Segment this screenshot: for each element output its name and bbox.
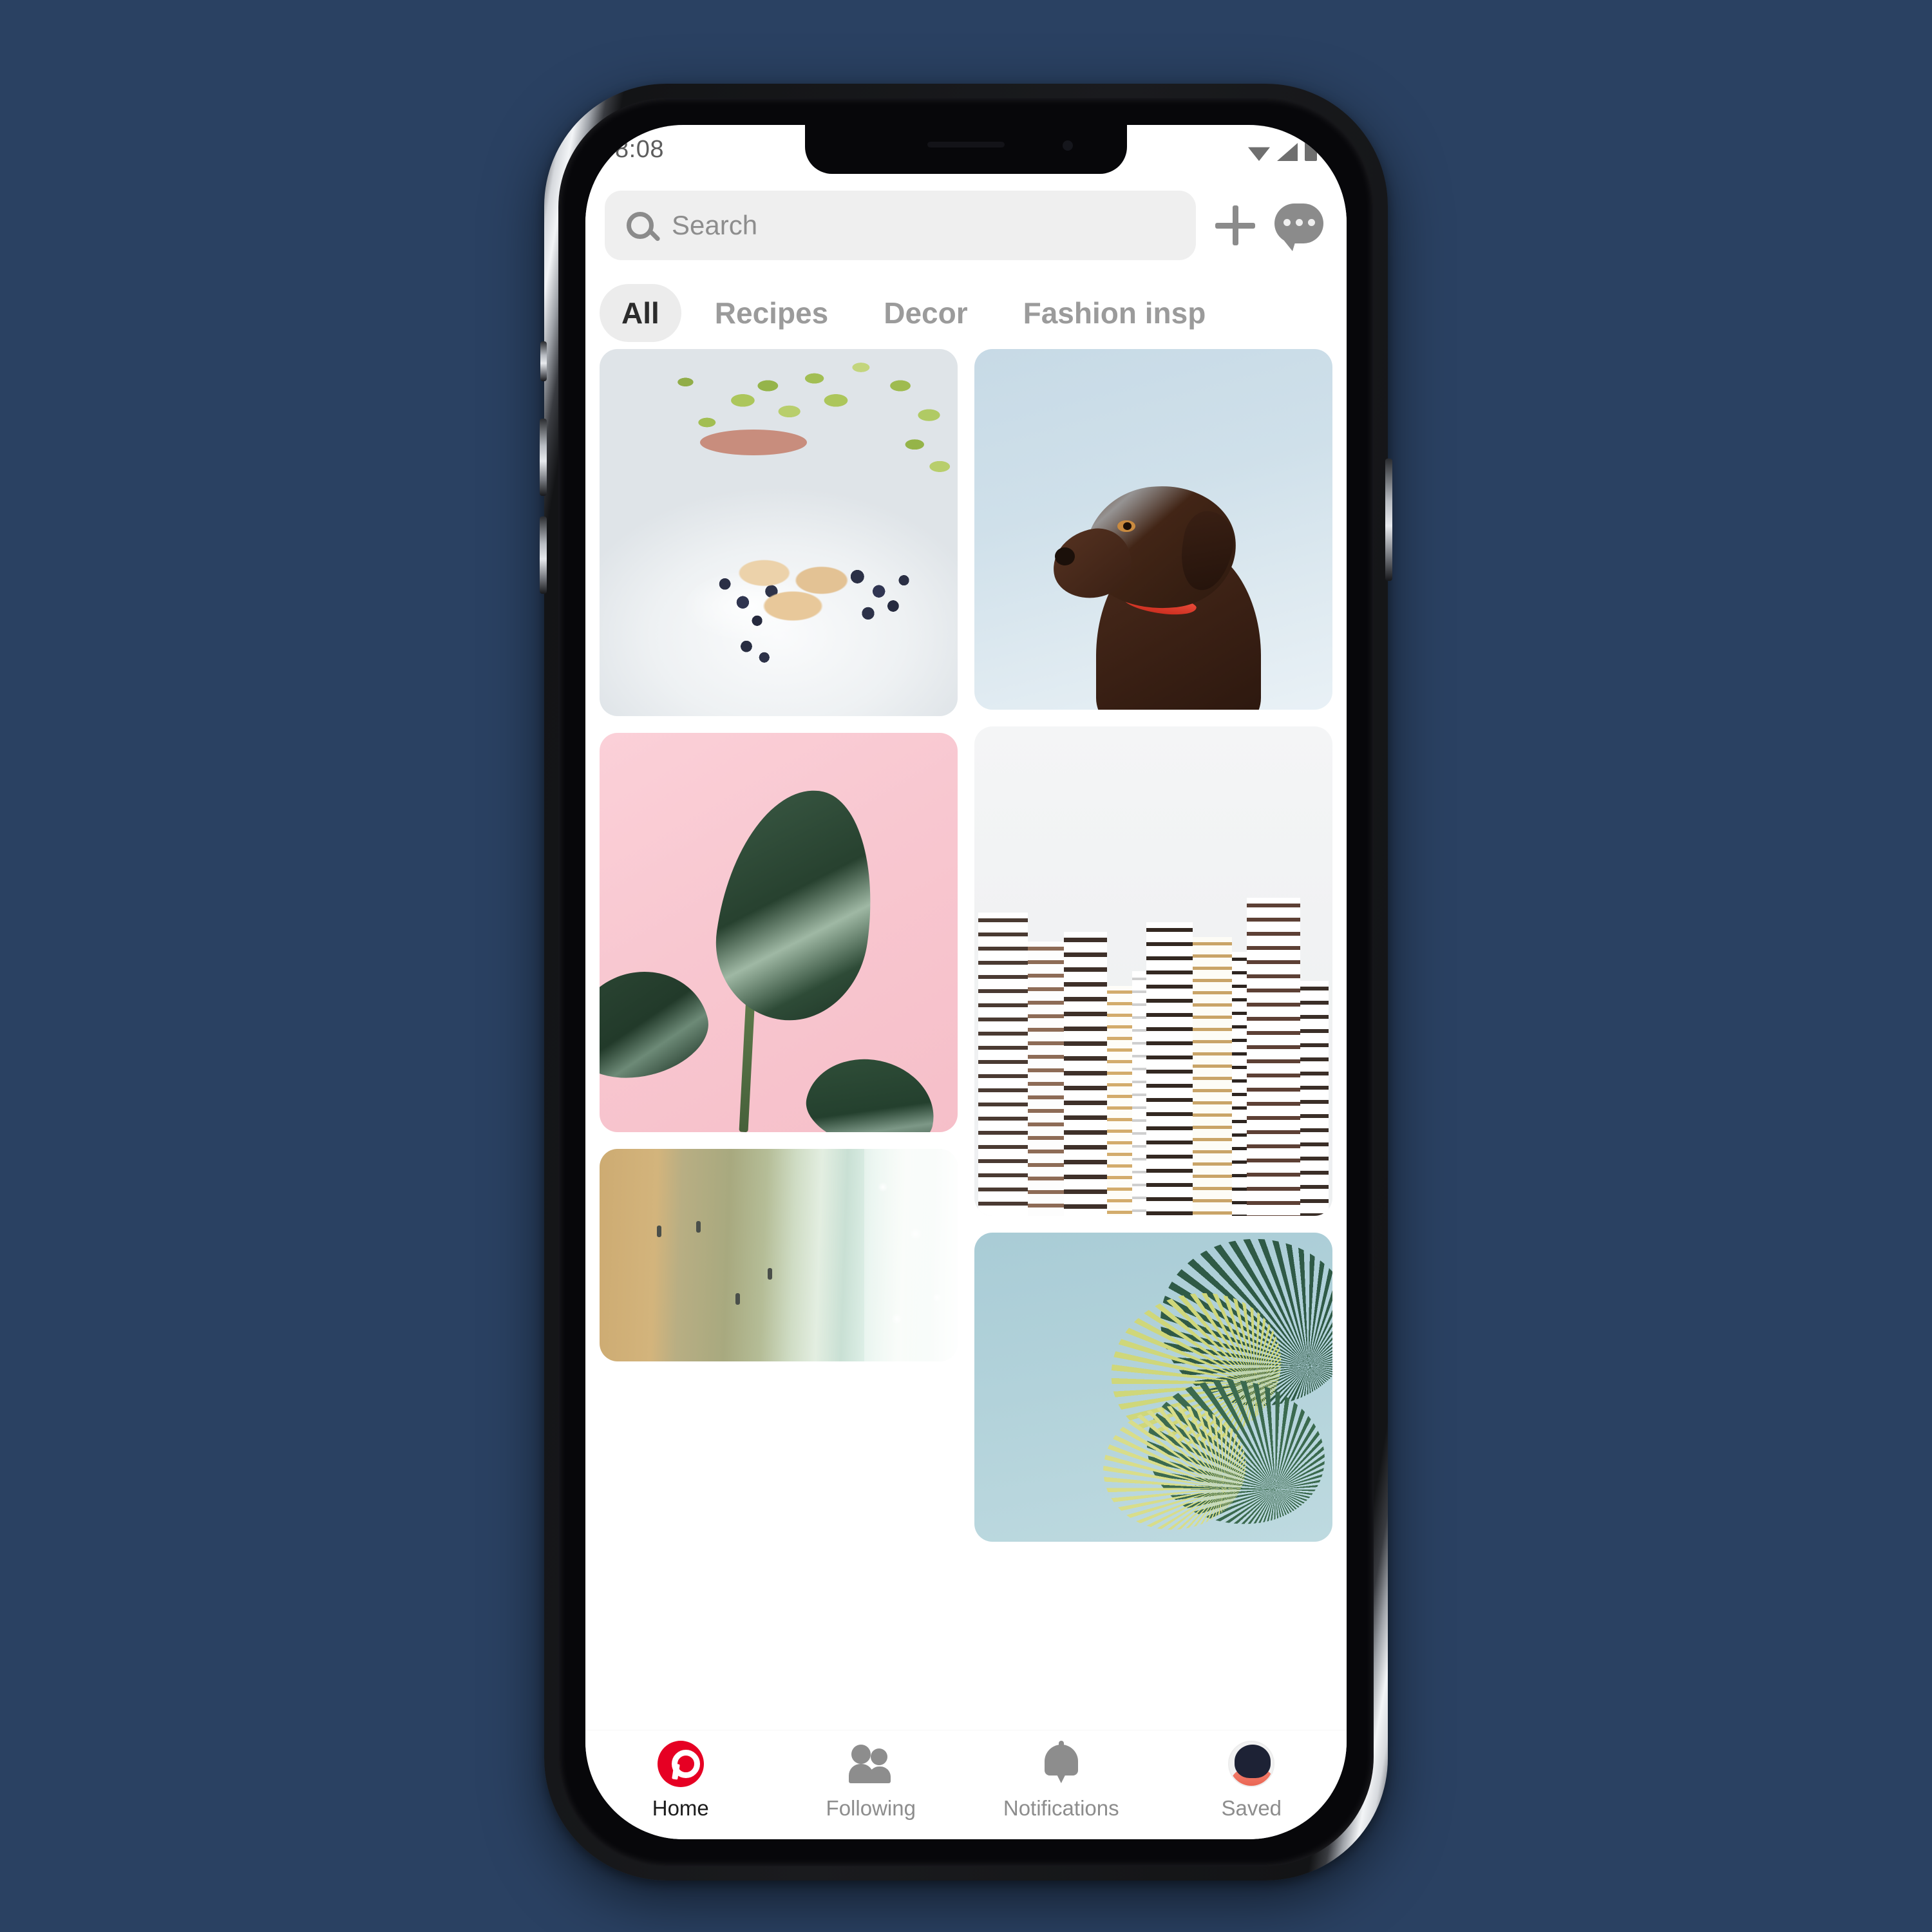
pin-column-left xyxy=(600,349,958,1730)
phone-bezel: 8:08 Search All Recipes Decor Fashion in… xyxy=(558,98,1374,1866)
volume-up-button[interactable] xyxy=(540,419,547,496)
pin-decor-tower xyxy=(1193,936,1233,1216)
pin-card-dog[interactable] xyxy=(974,349,1332,710)
category-tab-bar[interactable]: All Recipes Decor Fashion insp xyxy=(585,277,1347,349)
pin-decor-leaf-bottom xyxy=(799,1048,944,1132)
nav-label-home: Home xyxy=(652,1796,709,1820)
volume-down-button[interactable] xyxy=(540,516,547,594)
pin-decor-tower xyxy=(978,912,1028,1216)
pin-card-rubber-plant[interactable] xyxy=(600,733,958,1132)
pin-card-pancakes[interactable] xyxy=(600,349,958,716)
phone-screen: 8:08 Search All Recipes Decor Fashion in… xyxy=(585,125,1347,1839)
pin-card-beach[interactable] xyxy=(600,1149,958,1361)
plus-icon[interactable] xyxy=(1213,203,1258,248)
status-bar-icons xyxy=(1248,138,1317,161)
front-camera-icon xyxy=(1063,140,1073,151)
search-input[interactable]: Search xyxy=(605,191,1196,260)
pin-card-buildings[interactable] xyxy=(974,726,1332,1216)
silence-switch-button[interactable] xyxy=(540,341,547,381)
nav-item-following[interactable]: Following xyxy=(776,1741,967,1821)
tab-decor[interactable]: Decor xyxy=(862,284,989,342)
pin-decor-tower xyxy=(1232,951,1247,1216)
chat-bubble-dots xyxy=(1274,219,1323,226)
pin-decor-tower xyxy=(1106,985,1132,1216)
pin-decor-tower xyxy=(1246,898,1300,1216)
phone-device-frame: 8:08 Search All Recipes Decor Fashion in… xyxy=(540,84,1392,1880)
status-bar-time: 8:08 xyxy=(615,135,664,163)
signal-icon xyxy=(1277,143,1298,161)
nav-label-saved: Saved xyxy=(1221,1796,1282,1820)
pin-masonry-grid[interactable] xyxy=(585,349,1347,1730)
pin-decor-foliage xyxy=(600,349,958,716)
pin-decor-tower xyxy=(1300,981,1329,1216)
nav-label-notifications: Notifications xyxy=(1003,1796,1119,1820)
search-header: Search xyxy=(585,174,1347,277)
chat-bubble-icon[interactable] xyxy=(1274,204,1323,251)
people-icon xyxy=(848,1741,894,1787)
pin-decor-surf-foam xyxy=(864,1149,958,1361)
nav-item-notifications[interactable]: Notifications xyxy=(966,1741,1157,1821)
pinterest-logo-icon xyxy=(657,1741,704,1787)
tab-all[interactable]: All xyxy=(600,284,681,342)
nav-item-home[interactable]: Home xyxy=(585,1741,776,1821)
pin-column-right xyxy=(974,349,1332,1730)
power-button[interactable] xyxy=(1385,459,1392,581)
bell-icon xyxy=(1038,1741,1084,1787)
earpiece-speaker xyxy=(927,142,1005,147)
wifi-icon xyxy=(1248,147,1270,161)
battery-icon xyxy=(1305,142,1317,161)
pin-decor-leaf-left xyxy=(600,957,718,1092)
pin-decor-tower xyxy=(1028,942,1065,1216)
pin-card-palm[interactable] xyxy=(974,1233,1332,1542)
pin-decor-dog-nose xyxy=(1055,547,1075,565)
pin-decor-leaf-main xyxy=(706,779,887,1030)
pin-decor-tower xyxy=(1132,971,1146,1216)
pin-decor-tower xyxy=(1146,922,1193,1216)
pin-decor-stem xyxy=(739,996,756,1132)
avatar-icon xyxy=(1228,1741,1275,1787)
bottom-navigation-bar: Home Following Notifications Saved xyxy=(585,1730,1347,1839)
nav-label-following: Following xyxy=(826,1796,916,1820)
tab-fashion-inspiration[interactable]: Fashion insp xyxy=(1001,284,1228,342)
search-placeholder: Search xyxy=(672,210,758,240)
device-notch xyxy=(805,125,1127,174)
pin-decor-tower xyxy=(1064,932,1107,1216)
tab-recipes[interactable]: Recipes xyxy=(693,284,850,342)
search-icon xyxy=(627,212,654,239)
nav-item-saved[interactable]: Saved xyxy=(1157,1741,1347,1821)
